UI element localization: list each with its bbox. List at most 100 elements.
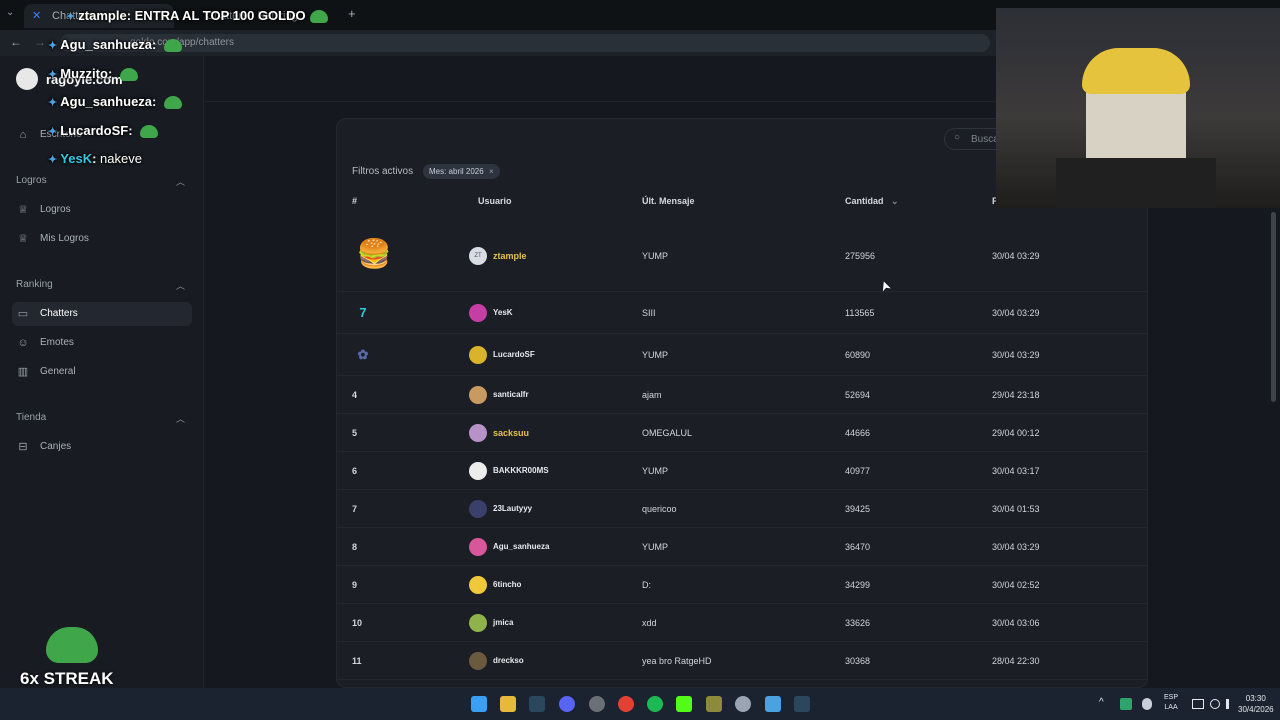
- language-indicator[interactable]: ESP LAA: [1164, 693, 1178, 713]
- system-clock[interactable]: 03:30 30/4/2026: [1238, 693, 1274, 715]
- sidebar-item-logros[interactable]: ♕ Logros: [12, 198, 192, 222]
- wifi-icon[interactable]: [1210, 699, 1220, 709]
- last-message: YUMP: [642, 251, 669, 261]
- last-message: YUMP: [642, 542, 669, 552]
- message-count: 36470: [845, 542, 871, 552]
- message-count: 40977: [845, 466, 871, 476]
- chat-message: ✦ Agu_sanhueza:: [48, 94, 182, 110]
- username-link[interactable]: 6tincho: [493, 580, 521, 589]
- volume-icon[interactable]: [1226, 699, 1236, 709]
- chat-message: ✦ LucardoSF:: [48, 123, 159, 139]
- shield-icon[interactable]: [1120, 698, 1132, 710]
- last-date: 30/04 03:06: [992, 618, 1040, 628]
- settings-icon[interactable]: [589, 696, 605, 712]
- rank-number: 9: [352, 580, 358, 590]
- url-field[interactable]: goldo.com/app/chatters: [60, 34, 990, 52]
- sidebar-section-ranking[interactable]: Ranking: [16, 279, 53, 290]
- steam-icon[interactable]: [529, 696, 545, 712]
- back-arrow-icon[interactable]: ←: [10, 35, 22, 49]
- tab-menu-icon[interactable]: ⌄: [6, 7, 14, 18]
- ccleaner-icon[interactable]: [735, 696, 751, 712]
- last-message: quericoo: [642, 504, 677, 514]
- chat-separator: :: [126, 8, 135, 23]
- last-message: YUMP: [642, 466, 669, 476]
- chrome-icon[interactable]: [618, 696, 634, 712]
- beanie-shape: [1082, 48, 1190, 94]
- avatar[interactable]: [469, 576, 487, 594]
- last-date: 29/04 23:18: [992, 390, 1040, 400]
- avatar[interactable]: [469, 346, 487, 364]
- sidebar-item-mis-logros[interactable]: ♕ Mis Logros: [12, 227, 192, 251]
- frog-emote-icon: [309, 10, 328, 24]
- frog-emote-icon: [163, 96, 182, 110]
- avatar[interactable]: [469, 304, 487, 322]
- kick-icon[interactable]: [676, 696, 692, 712]
- avatar[interactable]: [469, 424, 487, 442]
- close-icon[interactable]: ✕: [32, 9, 41, 22]
- home-icon: ⌂: [19, 129, 27, 141]
- file-explorer-icon[interactable]: [500, 696, 516, 712]
- discord-icon[interactable]: [559, 696, 575, 712]
- scrollbar[interactable]: [1271, 212, 1276, 402]
- username-link[interactable]: 23Lautyyy: [493, 504, 532, 513]
- tray-chevron-up-icon[interactable]: ^: [1099, 697, 1104, 708]
- sidebar-item-emotes[interactable]: ☺ Emotes: [12, 331, 192, 355]
- sidebar-item-general[interactable]: ▥ General: [12, 360, 192, 384]
- sidebar-section-tienda[interactable]: Tienda: [16, 412, 46, 423]
- display-icon[interactable]: [1192, 699, 1204, 709]
- steam-icon[interactable]: [794, 696, 810, 712]
- message-count: 33626: [845, 618, 871, 628]
- chat-separator: :: [92, 151, 101, 166]
- username-link[interactable]: sacksuu: [493, 428, 529, 438]
- sidebar-item-canjes[interactable]: ⊟ Canjes: [12, 435, 192, 459]
- spotify-icon[interactable]: [647, 696, 663, 712]
- avatar[interactable]: [469, 614, 487, 632]
- new-tab-button[interactable]: +: [348, 6, 356, 21]
- username-link[interactable]: ztample: [493, 251, 527, 261]
- message-count: 52694: [845, 390, 871, 400]
- close-icon[interactable]: ×: [489, 167, 494, 176]
- avatar[interactable]: [469, 386, 487, 404]
- last-message: OMEGALUL: [642, 428, 693, 438]
- rank-number: 5: [352, 428, 358, 438]
- last-date: 30/04 01:53: [992, 504, 1040, 514]
- minecraft-icon[interactable]: [706, 696, 722, 712]
- last-message: xdd: [642, 618, 657, 628]
- avatar[interactable]: [469, 652, 487, 670]
- sidebar-item-chatters[interactable]: ▭ Chatters: [12, 302, 192, 326]
- rank-number: 11: [352, 656, 362, 666]
- column-header-last-message[interactable]: Últ. Mensaje: [642, 196, 695, 206]
- username-link[interactable]: YesK: [493, 308, 513, 317]
- smiley-icon: ☺: [17, 337, 29, 349]
- notepad-icon[interactable]: [765, 696, 781, 712]
- clock-date: 30/4/2026: [1238, 705, 1274, 714]
- sidebar-item-label: General: [40, 366, 76, 377]
- avatar[interactable]: [469, 500, 487, 518]
- forward-arrow-icon[interactable]: →: [34, 35, 46, 49]
- last-message: yea bro RatgeHD: [642, 656, 712, 666]
- username-link[interactable]: BAKKKR00MS: [493, 466, 549, 475]
- rank-number: 10: [352, 618, 363, 628]
- microphone-icon[interactable]: [1142, 698, 1152, 710]
- sort-desc-icon[interactable]: ⌄: [891, 196, 899, 207]
- username-link[interactable]: drecksо: [493, 656, 524, 665]
- username-link[interactable]: Agu_sanhueza: [493, 542, 549, 551]
- filter-chip[interactable]: Mes: abril 2026 ×: [423, 164, 500, 179]
- avatar[interactable]: [469, 462, 487, 480]
- sidebar-item-label: Mis Logros: [40, 233, 89, 244]
- trophy-icon: ♕: [18, 233, 28, 245]
- username-link[interactable]: LucardoSF: [493, 350, 535, 359]
- chevron-up-icon[interactable]: ︿: [176, 175, 185, 188]
- avatar[interactable]: [469, 538, 487, 556]
- chat-badge-icon: ✦: [66, 11, 79, 23]
- avatar[interactable]: ZT: [469, 247, 487, 265]
- username-link[interactable]: jmica: [493, 618, 513, 627]
- sidebar-section-logros[interactable]: Logros: [16, 175, 47, 186]
- column-header-count[interactable]: Cantidad: [845, 196, 884, 206]
- chevron-up-icon[interactable]: ︿: [176, 279, 185, 292]
- username-link[interactable]: santicalfr: [493, 390, 529, 399]
- windows-start-icon[interactable]: [471, 696, 487, 712]
- chevron-up-icon[interactable]: ︿: [176, 412, 185, 425]
- column-header-user[interactable]: Usuario: [478, 196, 512, 206]
- bar-chart-icon: ▥: [17, 366, 29, 378]
